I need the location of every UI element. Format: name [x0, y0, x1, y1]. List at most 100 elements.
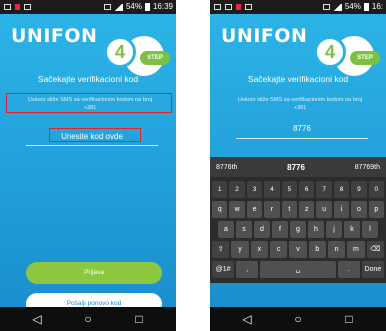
key-x[interactable]: x [250, 241, 268, 258]
step-number: 4 [104, 36, 136, 68]
code-placeholder: Unesite kod ovde [61, 132, 123, 141]
key-m[interactable]: m [347, 241, 365, 258]
suggestion-2[interactable]: 8776 [287, 163, 305, 172]
phone-number: +381 [83, 105, 97, 111]
battery-percent: 54% [344, 2, 361, 11]
sim-icon [103, 4, 111, 10]
signal-icon [332, 3, 342, 11]
battery-icon [363, 3, 369, 11]
image-icon [225, 4, 232, 10]
key-i[interactable]: i [333, 201, 350, 218]
recents-icon[interactable]: □ [132, 312, 146, 326]
key-1[interactable]: 1 [212, 181, 228, 198]
step-label: STEP [140, 51, 170, 65]
suggestion-3[interactable]: 87769th [355, 164, 380, 171]
key-⌫[interactable]: ⌫ [366, 241, 384, 258]
key-g[interactable]: g [290, 221, 306, 238]
home-icon[interactable]: ○ [81, 312, 95, 326]
phone-screen-right: 54% 16: UNIFON 4 STEP Sačekajte verifika… [210, 0, 386, 331]
key-@1#[interactable]: @1# [212, 261, 235, 278]
key-3[interactable]: 3 [246, 181, 263, 198]
key-7[interactable]: 7 [316, 181, 332, 198]
key-9[interactable]: 9 [351, 181, 367, 198]
verification-screen: UNIFON 4 STEP Sačekajte verifikacioni ko… [0, 14, 176, 315]
key-8[interactable]: 8 [333, 181, 350, 198]
step-number: 4 [314, 36, 346, 68]
key-w[interactable]: w [229, 201, 245, 218]
key-u[interactable]: u [316, 201, 332, 218]
key-v[interactable]: v [289, 241, 307, 258]
nav-bar: ◁ ○ □ [0, 307, 176, 331]
verification-screen: UNIFON 4 STEP Sačekajte verifikacioni ko… [210, 14, 386, 307]
key-6[interactable]: 6 [299, 181, 315, 198]
signal-icon [113, 3, 123, 11]
sms-info: Uskoro stiže SMS sa verifikacionim kodom… [220, 96, 380, 112]
key-k[interactable]: k [344, 221, 360, 238]
key-n[interactable]: n [327, 241, 346, 258]
code-input[interactable]: 8776 [236, 124, 368, 138]
back-icon[interactable]: ◁ [240, 312, 254, 326]
sms-text: Uskoro stiže SMS sa verifikacionim kodom… [237, 97, 363, 103]
status-bar: 54% 16: [210, 0, 386, 14]
key-row-4: @1#, ␣. Done [212, 261, 384, 278]
phone-number: +381 [293, 105, 307, 111]
step-label: STEP [350, 51, 380, 65]
battery-icon [144, 3, 150, 11]
key-o[interactable]: o [351, 201, 367, 218]
key-2[interactable]: 2 [229, 181, 245, 198]
key-row-2: asdfghjkl [218, 221, 378, 238]
step-indicator: 4 STEP [314, 36, 380, 76]
key-c[interactable]: c [269, 241, 288, 258]
key-row-1: qwertzuiop [212, 201, 385, 218]
key-b[interactable]: b [308, 241, 326, 258]
step-indicator: 4 STEP [104, 36, 170, 76]
key-d[interactable]: d [254, 221, 270, 238]
key-q[interactable]: q [212, 201, 228, 218]
key-␣[interactable]: ␣ [260, 261, 336, 278]
clock: 16: [371, 2, 383, 11]
key-Done[interactable]: Done [361, 261, 384, 278]
page-title: Sačekajte verifikacioni kod [37, 74, 139, 84]
sim-icon [322, 4, 330, 10]
key-e[interactable]: e [246, 201, 263, 218]
notification-icon [15, 4, 20, 10]
key-r[interactable]: r [264, 201, 280, 218]
code-value: 8776 [293, 124, 311, 133]
key-5[interactable]: 5 [281, 181, 298, 198]
submit-button[interactable]: Prijava [26, 262, 162, 284]
key-p[interactable]: p [368, 201, 385, 218]
unifon-logo: UNIFON [11, 25, 98, 47]
unifon-logo: UNIFON [221, 25, 308, 47]
key-t[interactable]: t [281, 201, 298, 218]
key-l[interactable]: l [362, 221, 378, 238]
suggestion-1[interactable]: 8776th [216, 164, 237, 171]
code-input[interactable]: Unesite kod ovde [26, 131, 158, 145]
nav-bar: ◁ ○ □ [210, 307, 386, 331]
notification-icon [236, 4, 241, 10]
screenshot-icon [214, 4, 221, 10]
sms-info: Uskoro stiže SMS sa verifikacionim kodom… [10, 96, 170, 112]
back-icon[interactable]: ◁ [30, 312, 44, 326]
phone-screen-left: 54% 16:39 UNIFON 4 STEP Sačekajte verifi… [0, 0, 176, 331]
key-a[interactable]: a [218, 221, 234, 238]
key-4[interactable]: 4 [264, 181, 280, 198]
key-y[interactable]: y [231, 241, 249, 258]
key-⇧[interactable]: ⇧ [212, 241, 230, 258]
key-,[interactable]: , [236, 261, 259, 278]
recents-icon[interactable]: □ [342, 312, 356, 326]
keyboard: 8776th 8776 87769th 1234567890 qwertzuio… [210, 157, 386, 283]
status-bar: 54% 16:39 [0, 0, 176, 14]
image-icon [24, 4, 31, 10]
key-row-3: ⇧ y x c v b n m ⌫ [212, 241, 384, 258]
code-underline [236, 138, 368, 139]
key-.[interactable]: . [337, 261, 360, 278]
key-j[interactable]: j [326, 221, 342, 238]
page-title: Sačekajte verifikacioni kod [247, 74, 349, 84]
home-icon[interactable]: ○ [291, 312, 305, 326]
key-0[interactable]: 0 [368, 181, 385, 198]
key-h[interactable]: h [308, 221, 324, 238]
screenshot-icon [4, 4, 11, 10]
key-s[interactable]: s [236, 221, 252, 238]
key-f[interactable]: f [272, 221, 288, 238]
key-z[interactable]: z [299, 201, 315, 218]
